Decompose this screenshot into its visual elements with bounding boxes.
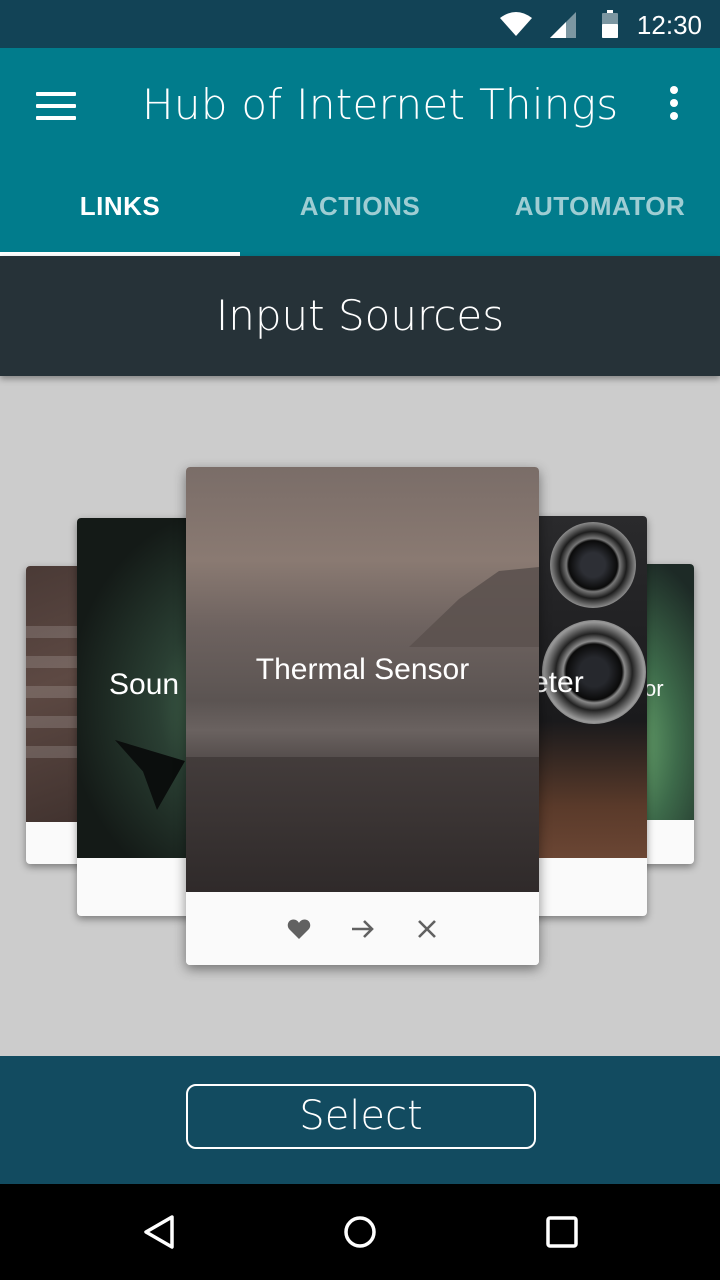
tab-actions[interactable]: ACTIONS	[240, 160, 480, 256]
select-button[interactable]: Select	[186, 1084, 536, 1149]
battery-icon	[602, 10, 618, 43]
section-title: Input Sources	[215, 291, 505, 340]
back-icon[interactable]	[140, 1212, 180, 1252]
app-bar: Hub of Internet Things LINKS ACTIONS AUT…	[0, 48, 720, 256]
menu-icon[interactable]	[36, 92, 76, 122]
close-icon[interactable]	[412, 914, 442, 944]
more-vert-icon[interactable]	[668, 86, 680, 126]
card-label: Soun	[109, 668, 180, 701]
app-title: Hub of Internet Things	[142, 80, 619, 129]
card-actions	[186, 892, 539, 965]
section-header: Input Sources	[0, 256, 720, 376]
signal-icon	[550, 12, 576, 43]
status-bar: 12:30	[0, 0, 720, 48]
heart-icon[interactable]	[284, 914, 314, 944]
wifi-icon	[500, 12, 532, 41]
navigation-bar	[0, 1184, 720, 1280]
home-icon[interactable]	[340, 1212, 380, 1252]
recents-icon[interactable]	[542, 1212, 582, 1252]
card-carousel[interactable]: or Soun eter Thermal Sensor	[0, 376, 720, 1056]
arrow-right-icon[interactable]	[348, 914, 378, 944]
tab-bar: LINKS ACTIONS AUTOMATOR	[0, 160, 720, 256]
card-label: eter	[532, 666, 584, 699]
tab-links[interactable]: LINKS	[0, 160, 240, 256]
card-label: Thermal Sensor	[255, 653, 470, 686]
status-clock: 12:30	[636, 10, 702, 40]
tab-automator[interactable]: AUTOMATOR	[480, 160, 720, 256]
card-thermal-sensor[interactable]: Thermal Sensor	[186, 467, 539, 965]
bottom-bar: Select	[0, 1056, 720, 1184]
